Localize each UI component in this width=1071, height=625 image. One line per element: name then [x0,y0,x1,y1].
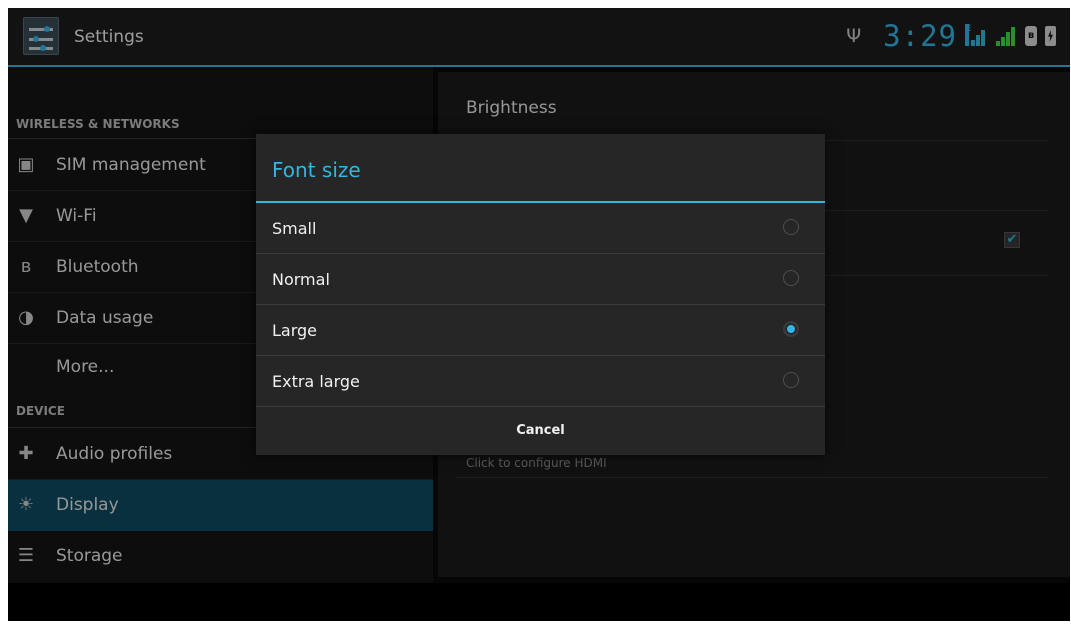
radio-button[interactable] [783,219,799,235]
radio-button-selected[interactable] [783,321,799,337]
font-size-option-normal[interactable]: Normal [256,254,825,305]
option-label: Small [272,219,317,238]
option-label: Extra large [272,372,360,391]
radio-button[interactable] [783,270,799,286]
option-label: Large [272,321,318,340]
font-size-option-extra-large[interactable]: Extra large [256,356,825,407]
font-size-option-large[interactable]: Large [256,305,825,356]
font-size-dialog: Font size Small Normal Large Extra large… [256,134,825,455]
radio-button[interactable] [783,372,799,388]
font-size-option-small[interactable]: Small [256,203,825,254]
dialog-title: Font size [272,158,361,182]
cancel-button[interactable]: Cancel [256,406,825,455]
option-label: Normal [272,270,330,289]
